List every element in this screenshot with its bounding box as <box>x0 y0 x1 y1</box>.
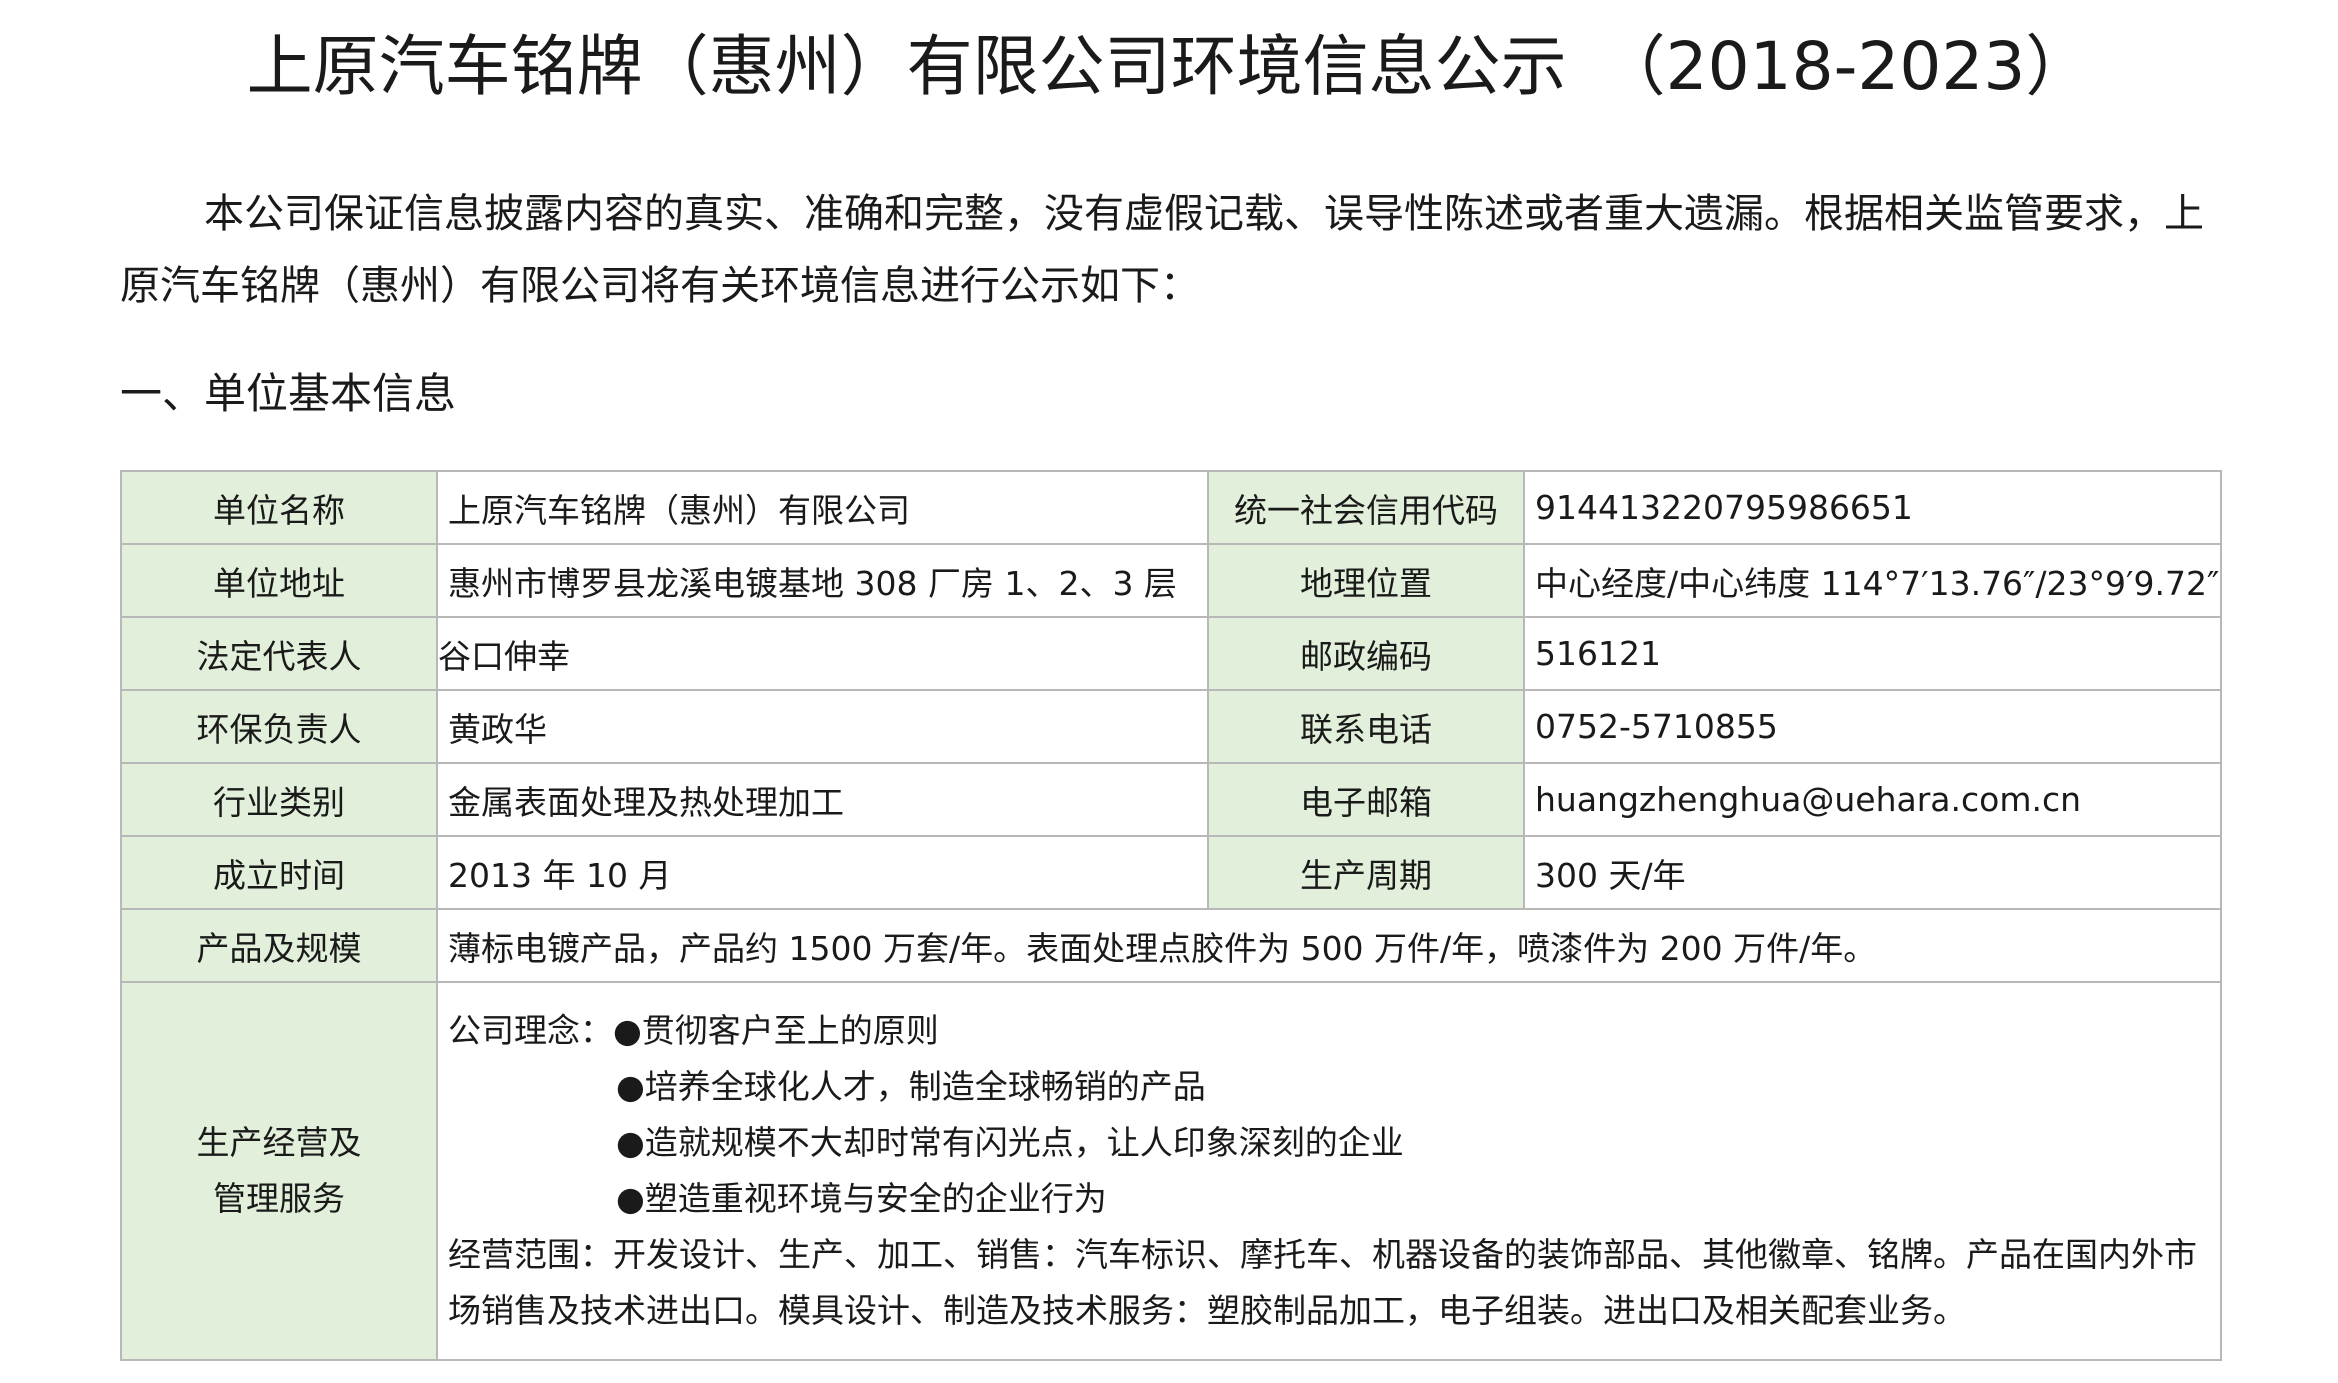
table-row: 单位地址 惠州市博罗县龙溪电镀基地 308 厂房 1、2、3 层 地理位置 中心… <box>120 543 2222 618</box>
value-env-officer: 黄政华 <box>436 689 1209 764</box>
label-env-officer: 环保负责人 <box>120 689 438 764</box>
label-email: 电子邮箱 <box>1207 762 1525 837</box>
intro-paragraph: 本公司保证信息披露内容的真实、准确和完整，没有虚假记载、误导性陈述或者重大遗漏。… <box>120 191 2204 309</box>
label-management-line1: 生产经营及 <box>196 1123 362 1162</box>
table-row: 单位名称 上原汽车铭牌（惠州）有限公司 统一社会信用代码 91441322079… <box>120 470 2222 545</box>
table-row: 法定代表人 谷口伸幸 邮政编码 516121 <box>120 616 2222 691</box>
label-industry: 行业类别 <box>120 762 438 837</box>
value-address: 惠州市博罗县龙溪电镀基地 308 厂房 1、2、3 层 <box>436 543 1209 618</box>
label-management-line2: 管理服务 <box>213 1179 345 1218</box>
philosophy-line: ●塑造重视环境与安全的企业行为 <box>616 1179 1107 1218</box>
value-credit-code: 91441322079598665​1 <box>1523 470 2222 545</box>
table-row: 成立时间 2013 年 10 月 生产周期 300 天/年 <box>120 835 2222 910</box>
label-products: 产品及规模 <box>120 908 438 983</box>
value-email: huangzhenghua@uehara.com.cn <box>1523 762 2222 837</box>
philosophy-line: ●培养全球化人才，制造全球畅销的产品 <box>616 1067 1206 1106</box>
value-industry: 金属表面处理及热处理加工 <box>436 762 1209 837</box>
label-management: 生产经营及 管理服务 <box>120 981 438 1361</box>
philosophy-line: 公司理念：●贯彻客户至上的原则 <box>448 1011 939 1050</box>
business-scope: 经营范围：开发设计、生产、加工、销售：汽车标识、摩托车、机器设备的装饰部品、其他… <box>448 1235 2197 1330</box>
label-geo-location: 地理位置 <box>1207 543 1525 618</box>
label-credit-code: 统一社会信用代码 <box>1207 470 1525 545</box>
label-phone: 联系电话 <box>1207 689 1525 764</box>
value-postal-code: 516121 <box>1523 616 2222 691</box>
value-production-cycle: 300 天/年 <box>1523 835 2222 910</box>
basic-info-table: 单位名称 上原汽车铭牌（惠州）有限公司 统一社会信用代码 91441322079… <box>120 470 2222 1361</box>
value-legal-rep: 谷口伸幸 <box>436 616 1209 691</box>
value-geo-location: 中心经度/中心纬度 114°7′13.76″/23°9′9.72″ <box>1523 543 2222 618</box>
value-phone: 0752-5710855 <box>1523 689 2222 764</box>
label-legal-rep: 法定代表人 <box>120 616 438 691</box>
document-title: 上原汽车铭牌（惠州）有限公司环境信息公示 （2018-2023） <box>246 28 2092 105</box>
label-address: 单位地址 <box>120 543 438 618</box>
table-row: 环保负责人 黄政华 联系电话 0752-5710855 <box>120 689 2222 764</box>
table-row: 产品及规模 薄标电镀产品，产品约 1500 万套/年。表面处理点胶件为 500 … <box>120 908 2222 983</box>
table-row: 行业类别 金属表面处理及热处理加工 电子邮箱 huangzhenghua@ueh… <box>120 762 2222 837</box>
value-unit-name: 上原汽车铭牌（惠州）有限公司 <box>436 470 1209 545</box>
label-postal-code: 邮政编码 <box>1207 616 1525 691</box>
label-production-cycle: 生产周期 <box>1207 835 1525 910</box>
value-products: 薄标电镀产品，产品约 1500 万套/年。表面处理点胶件为 500 万件/年，喷… <box>436 908 2222 983</box>
label-founded: 成立时间 <box>120 835 438 910</box>
philosophy-line: ●造就规模不大却时常有闪光点，让人印象深刻的企业 <box>616 1123 1404 1162</box>
value-management: 公司理念：●贯彻客户至上的原则 ●培养全球化人才，制造全球畅销的产品 ●造就规模… <box>436 981 2222 1361</box>
section-heading-basic-info: 一、单位基本信息 <box>120 369 457 418</box>
label-unit-name: 单位名称 <box>120 470 438 545</box>
table-row: 生产经营及 管理服务 公司理念：●贯彻客户至上的原则 ●培养全球化人才，制造全球… <box>120 981 2222 1361</box>
value-founded: 2013 年 10 月 <box>436 835 1209 910</box>
